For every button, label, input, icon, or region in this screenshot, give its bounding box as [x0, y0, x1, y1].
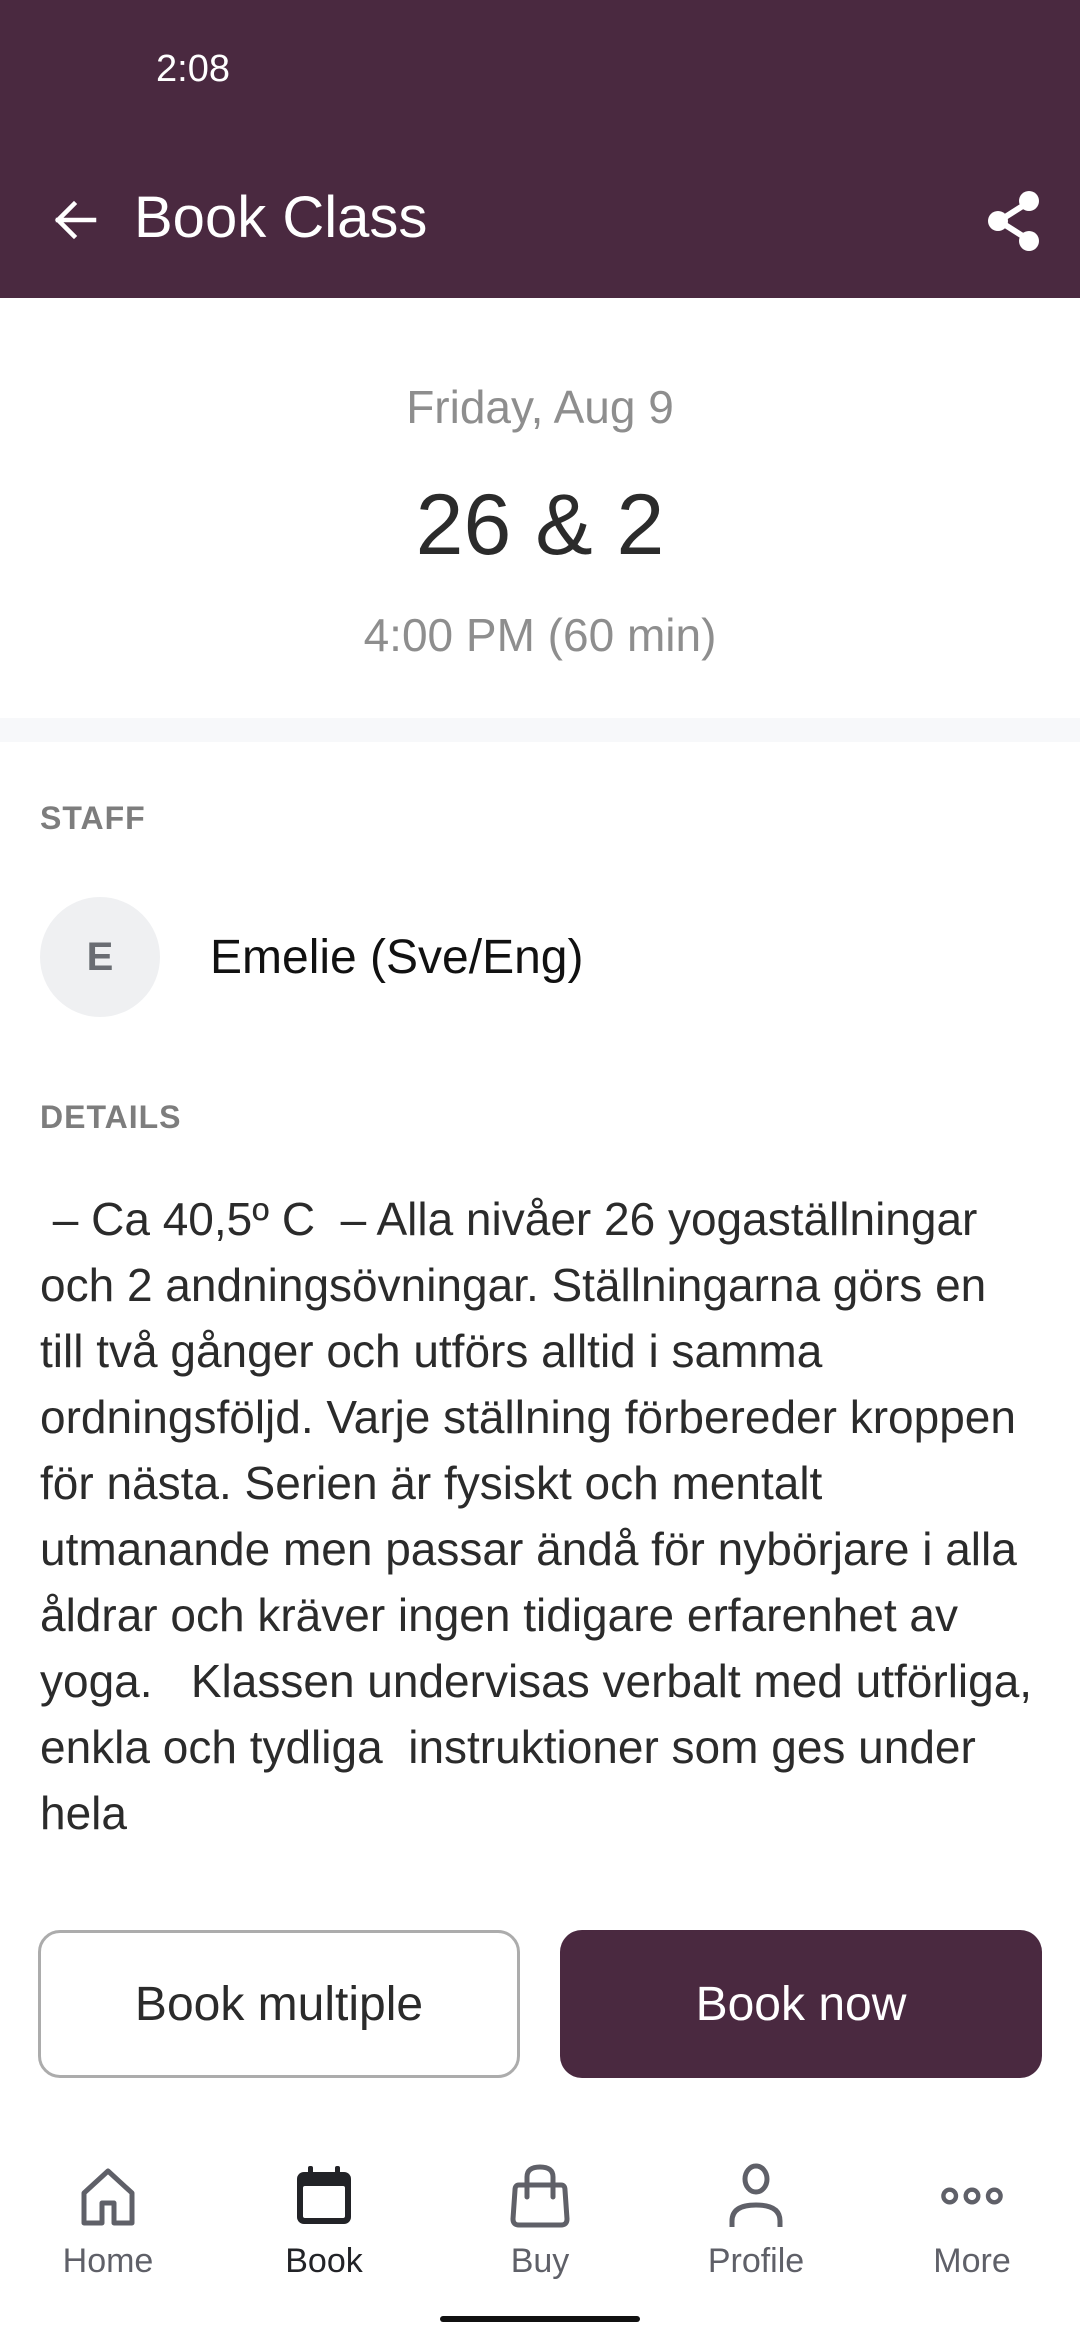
arrow-left-icon [54, 200, 97, 240]
shopping-bag-icon [508, 2164, 572, 2228]
class-description: – Ca 40,5º C – Alla nivåer 26 yogaställn… [40, 1193, 1033, 1839]
nav-item-buy[interactable]: Buy [432, 2140, 648, 2290]
section-divider [0, 718, 1080, 742]
home-indicator[interactable] [440, 2316, 640, 2322]
nav-label: More [933, 2242, 1011, 2280]
bottom-navigation: Home Book Buy Profile More [0, 2140, 1080, 2290]
app-bar: 2:08 Book Class [0, 0, 1080, 298]
class-summary: Friday, Aug 9 26 & 2 4:00 PM (60 min) [0, 298, 1080, 718]
nav-item-more[interactable]: More [864, 2140, 1080, 2290]
book-now-button[interactable]: Book now [560, 1930, 1042, 2078]
status-bar-time: 2:08 [156, 48, 230, 90]
staff-section-label: STAFF [40, 800, 146, 836]
back-button[interactable] [40, 185, 110, 255]
home-icon [76, 2164, 140, 2228]
booking-actions: Book multiple Book now [0, 1866, 1080, 2106]
nav-label: Home [62, 2242, 154, 2280]
staff-name: Emelie (Sve/Eng) [210, 930, 584, 984]
nav-item-book[interactable]: Book [216, 2140, 432, 2290]
staff-row[interactable]: E Emelie (Sve/Eng) [40, 897, 1040, 1017]
class-name: 26 & 2 [415, 477, 665, 573]
staff-avatar: E [40, 897, 160, 1017]
calendar-icon [292, 2164, 356, 2228]
nav-item-profile[interactable]: Profile [648, 2140, 864, 2290]
nav-label: Profile [707, 2242, 805, 2280]
share-button[interactable] [975, 185, 1055, 257]
class-date: Friday, Aug 9 [406, 381, 674, 433]
page-title: Book Class [134, 185, 428, 250]
nav-item-home[interactable]: Home [0, 2140, 216, 2290]
class-time: 4:00 PM (60 min) [363, 609, 717, 661]
nav-label: Buy [510, 2242, 570, 2280]
book-multiple-button[interactable]: Book multiple [38, 1930, 520, 2078]
person-icon [724, 2163, 788, 2228]
share-icon [988, 191, 1039, 251]
more-horizontal-icon [940, 2164, 1004, 2228]
nav-label: Book [285, 2242, 363, 2280]
details-section-label: DETAILS [40, 1099, 182, 1135]
